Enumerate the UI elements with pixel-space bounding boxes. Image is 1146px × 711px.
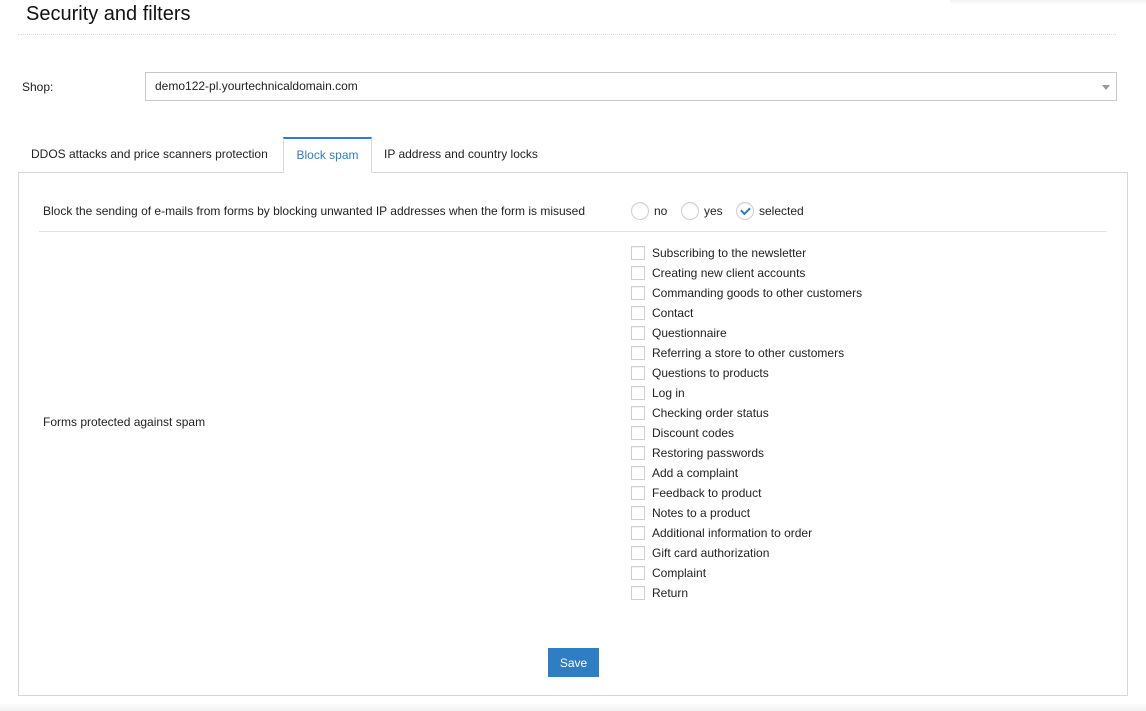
- save-button[interactable]: Save: [548, 648, 599, 677]
- checkbox[interactable]: [631, 286, 645, 300]
- checkbox[interactable]: [631, 326, 645, 340]
- checkbox-label: Restoring passwords: [652, 446, 765, 460]
- form-checkbox-item[interactable]: Discount codes: [631, 423, 862, 443]
- form-checkbox-item[interactable]: Referring a store to other customers: [631, 343, 862, 363]
- checkbox[interactable]: [631, 566, 645, 580]
- checkbox-label: Questions to products: [652, 366, 769, 380]
- checkbox-label: Questionnaire: [652, 326, 727, 340]
- checkbox[interactable]: [631, 506, 645, 520]
- checkbox[interactable]: [631, 466, 645, 480]
- block-emails-label: Block the sending of e-mails from forms …: [43, 204, 586, 218]
- tab-ip-country-locks[interactable]: IP address and country locks: [384, 137, 538, 172]
- checkbox-label: Subscribing to the newsletter: [652, 246, 807, 260]
- checkbox[interactable]: [631, 346, 645, 360]
- forms-checkbox-list: Subscribing to the newsletter Creating ne…: [631, 243, 862, 603]
- checkbox[interactable]: [631, 526, 645, 540]
- radio-no[interactable]: no: [631, 202, 667, 220]
- checkbox-label: Complaint: [652, 566, 707, 580]
- checkbox[interactable]: [631, 446, 645, 460]
- checkbox-label: Discount codes: [652, 426, 735, 440]
- radio-no-label: no: [654, 204, 668, 218]
- checkbox[interactable]: [631, 406, 645, 420]
- radio-no-circle: [631, 202, 649, 220]
- checkbox[interactable]: [631, 266, 645, 280]
- checkbox-label: Additional information to order: [652, 526, 813, 540]
- checkbox[interactable]: [631, 306, 645, 320]
- shop-select-value: demo122-pl.yourtechnicaldomain.com: [155, 79, 358, 93]
- block-spam-panel: Block the sending of e-mails from forms …: [18, 172, 1128, 696]
- form-checkbox-item[interactable]: Commanding goods to other customers: [631, 283, 862, 303]
- form-checkbox-item[interactable]: Contact: [631, 303, 862, 323]
- shop-label: Shop:: [22, 80, 54, 94]
- form-checkbox-item[interactable]: Creating new client accounts: [631, 263, 862, 283]
- row-divider: [39, 231, 1107, 232]
- form-checkbox-item[interactable]: Restoring passwords: [631, 443, 862, 463]
- form-checkbox-item[interactable]: Subscribing to the newsletter: [631, 243, 862, 263]
- checkbox-label: Commanding goods to other customers: [652, 286, 863, 300]
- title-divider: [18, 34, 1116, 35]
- radio-selected-circle: [736, 202, 754, 220]
- checkbox[interactable]: [631, 546, 645, 560]
- form-checkbox-item[interactable]: Checking order status: [631, 403, 862, 423]
- chevron-down-icon: [1102, 85, 1110, 90]
- checkbox-label: Add a complaint: [652, 466, 739, 480]
- checkbox[interactable]: [631, 246, 645, 260]
- form-checkbox-item[interactable]: Additional information to order: [631, 523, 862, 543]
- checkbox-label: Gift card authorization: [652, 546, 770, 560]
- form-checkbox-item[interactable]: Feedback to product: [631, 483, 862, 503]
- radio-yes-circle: [681, 202, 699, 220]
- checkmark-icon: [740, 204, 751, 216]
- checkbox[interactable]: [631, 386, 645, 400]
- form-checkbox-item[interactable]: Return: [631, 583, 862, 603]
- checkbox[interactable]: [631, 486, 645, 500]
- tab-ddos-protection[interactable]: DDOS attacks and price scanners protecti…: [31, 137, 268, 172]
- checkbox-label: Checking order status: [652, 406, 769, 420]
- radio-selected[interactable]: selected: [736, 202, 804, 220]
- forms-protected-label: Forms protected against spam: [43, 415, 206, 429]
- form-checkbox-item[interactable]: Gift card authorization: [631, 543, 862, 563]
- form-checkbox-item[interactable]: Add a complaint: [631, 463, 862, 483]
- form-checkbox-item[interactable]: Questionnaire: [631, 323, 862, 343]
- form-checkbox-item[interactable]: Notes to a product: [631, 503, 862, 523]
- top-shadow: [950, 0, 1146, 4]
- tab-block-spam[interactable]: Block spam: [283, 137, 372, 173]
- checkbox[interactable]: [631, 366, 645, 380]
- radio-yes[interactable]: yes: [681, 202, 723, 220]
- checkbox-label: Referring a store to other customers: [652, 346, 845, 360]
- checkbox-label: Contact: [652, 306, 694, 320]
- bottom-strip: [0, 703, 1146, 711]
- form-checkbox-item[interactable]: Complaint: [631, 563, 862, 583]
- tab-bar: DDOS attacks and price scanners protecti…: [18, 137, 1128, 173]
- checkbox-label: Notes to a product: [652, 506, 751, 520]
- checkbox-label: Return: [652, 586, 689, 600]
- page-title: Security and filters: [26, 3, 191, 25]
- radio-yes-label: yes: [704, 204, 723, 218]
- checkbox[interactable]: [631, 426, 645, 440]
- radio-selected-label: selected: [759, 204, 804, 218]
- checkbox-label: Creating new client accounts: [652, 266, 806, 280]
- checkbox-label: Log in: [652, 386, 685, 400]
- checkbox-label: Feedback to product: [652, 486, 762, 500]
- shop-select[interactable]: demo122-pl.yourtechnicaldomain.com: [145, 72, 1117, 101]
- form-checkbox-item[interactable]: Questions to products: [631, 363, 862, 383]
- checkbox[interactable]: [631, 586, 645, 600]
- form-checkbox-item[interactable]: Log in: [631, 383, 862, 403]
